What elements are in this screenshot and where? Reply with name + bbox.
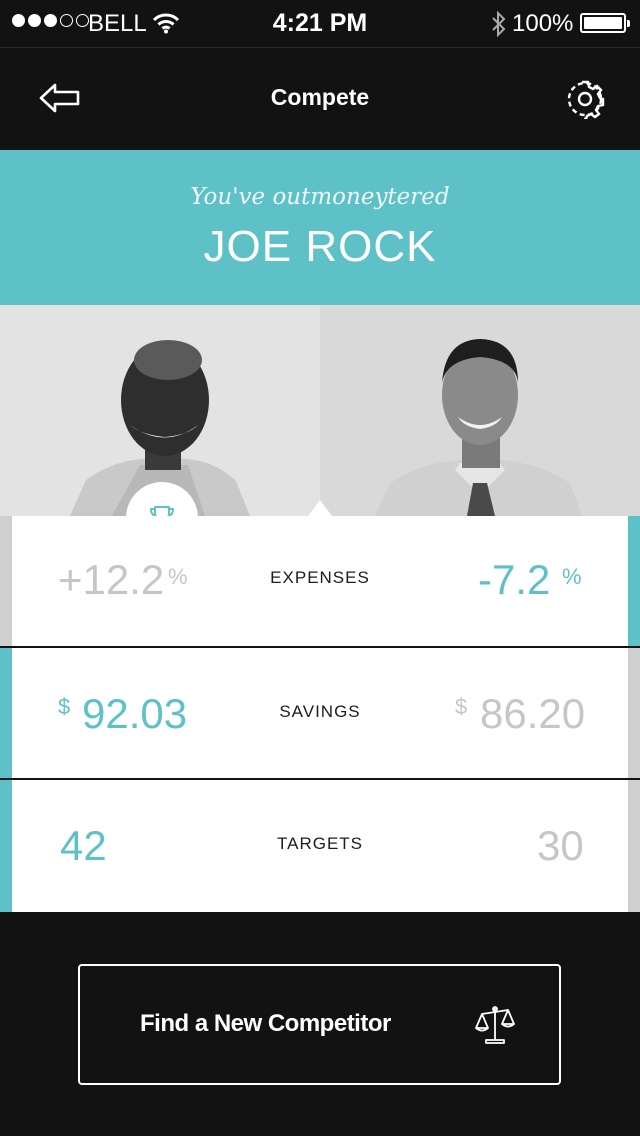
expenses-competitor-unit: % bbox=[562, 564, 582, 589]
result-subtitle: You've outmoneytered bbox=[190, 184, 450, 210]
targets-right-indicator bbox=[628, 780, 640, 912]
stat-row-savings: $ 92.03 SAVINGS $ 86.20 bbox=[0, 648, 640, 778]
bluetooth-icon bbox=[492, 10, 506, 38]
comparison-stats: +12.2 % EXPENSES -7.2 % $ 92.03 SAVINGS … bbox=[0, 516, 640, 912]
savings-right-indicator bbox=[628, 648, 640, 778]
competitor-name: JOE ROCK bbox=[203, 222, 437, 271]
targets-competitor-value: 30 bbox=[537, 822, 584, 869]
expenses-right-indicator bbox=[628, 516, 640, 646]
status-bar: BELL 4:21 PM 100% bbox=[0, 0, 640, 48]
competitor-avatar bbox=[320, 305, 640, 516]
navigation-bar: Compete bbox=[0, 48, 640, 150]
gear-icon[interactable] bbox=[565, 79, 605, 119]
battery-percentage: 100% bbox=[512, 10, 574, 37]
expenses-competitor-value: -7.2 bbox=[478, 556, 551, 603]
balance-scale-icon bbox=[475, 1006, 515, 1044]
savings-competitor-value: 86.20 bbox=[480, 690, 586, 737]
competitor-photos bbox=[0, 305, 640, 516]
stat-row-expenses: +12.2 % EXPENSES -7.2 % bbox=[0, 516, 640, 646]
result-banner: You've outmoneytered JOE ROCK bbox=[0, 150, 640, 305]
savings-competitor-unit: $ bbox=[455, 694, 468, 719]
comparison-pointer bbox=[308, 500, 332, 516]
find-new-competitor-label: Find a New Competitor bbox=[140, 1010, 391, 1037]
find-new-competitor-button[interactable]: Find a New Competitor bbox=[78, 964, 561, 1085]
page-title: Compete bbox=[270, 84, 370, 110]
battery-icon bbox=[580, 13, 630, 33]
stat-row-targets: 42 TARGETS 30 bbox=[0, 780, 640, 912]
